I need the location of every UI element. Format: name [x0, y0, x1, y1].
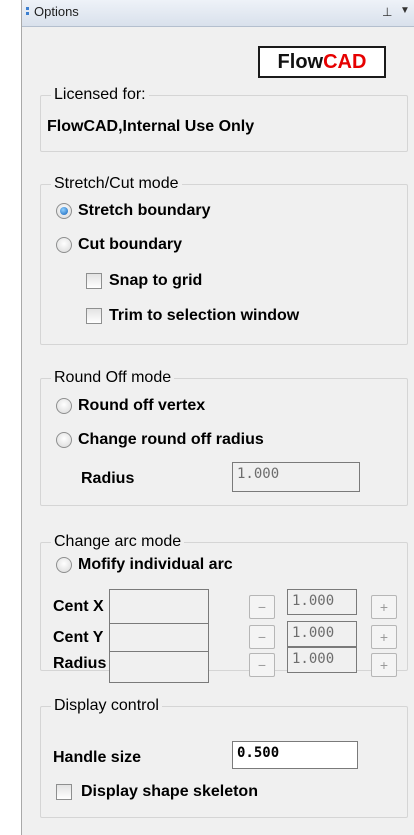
arc-legend: Change arc mode	[51, 533, 185, 551]
trim-selection-checkbox[interactable]	[86, 308, 102, 324]
panel-menu-icon[interactable]: ▼	[400, 5, 410, 16]
flowcad-logo: FlowCAD	[258, 46, 386, 78]
modify-arc-label: Mofify individual arc	[78, 556, 233, 573]
cent-y-minus-button[interactable]: −	[249, 625, 275, 649]
logo-part-flow: Flow	[277, 51, 324, 73]
stretch-boundary-radio[interactable]	[56, 203, 72, 219]
cent-x-label: Cent X	[53, 598, 104, 615]
display-skeleton-checkbox[interactable]	[56, 784, 72, 800]
modify-arc-radio[interactable]	[56, 557, 72, 573]
round-off-radius-field[interactable]: 1.000	[232, 462, 360, 492]
snap-to-grid-label: Snap to grid	[109, 272, 203, 289]
arc-radius-label: Radius	[53, 655, 107, 672]
cent-y-step-field[interactable]: 1.000	[287, 621, 357, 647]
stretch-cut-legend: Stretch/Cut mode	[51, 175, 182, 193]
display-control-group: Display control Handle size 0.500 Displa…	[40, 697, 408, 818]
handle-size-input[interactable]: 0.500	[232, 741, 358, 769]
cent-x-step-field[interactable]: 1.000	[287, 589, 357, 615]
arc-radius-minus-button[interactable]: −	[249, 653, 275, 677]
round-off-legend: Round Off mode	[51, 369, 175, 387]
change-radius-label: Change round off radius	[78, 431, 264, 448]
options-panel: Options ⊥ ▼ FlowCAD Licensed for: FlowCA…	[21, 0, 414, 835]
cut-boundary-label: Cut boundary	[78, 236, 182, 253]
cent-x-field[interactable]	[109, 589, 209, 625]
round-off-group: Round Off mode Round off vertex Change r…	[40, 369, 408, 506]
cent-y-plus-button[interactable]: +	[371, 625, 397, 649]
trim-selection-label: Trim to selection window	[109, 307, 300, 324]
panel-title: Options	[34, 4, 79, 19]
arc-radius-step-field[interactable]: 1.000	[287, 647, 357, 673]
handle-size-label: Handle size	[53, 749, 142, 766]
cent-x-minus-button[interactable]: −	[249, 595, 275, 619]
cent-y-field[interactable]	[109, 623, 209, 653]
radius-label: Radius	[81, 470, 135, 487]
round-off-vertex-radio[interactable]	[56, 398, 72, 414]
stretch-boundary-label: Stretch boundary	[78, 202, 211, 219]
arc-radius-plus-button[interactable]: +	[371, 653, 397, 677]
license-legend: Licensed for:	[51, 86, 149, 104]
grip-icon[interactable]	[26, 7, 29, 19]
arc-radius-field[interactable]	[109, 651, 209, 683]
license-value: FlowCAD,Internal Use Only	[47, 118, 255, 135]
stretch-cut-group: Stretch/Cut mode Stretch boundary Cut bo…	[40, 175, 408, 345]
license-group: Licensed for: FlowCAD,Internal Use Only	[40, 86, 408, 152]
logo-part-cad: CAD	[323, 51, 367, 73]
display-skeleton-label: Display shape skeleton	[81, 783, 258, 800]
arc-group: Change arc mode Mofify individual arc Ce…	[40, 533, 408, 683]
display-control-legend: Display control	[51, 697, 162, 715]
round-off-vertex-label: Round off vertex	[78, 397, 206, 414]
change-radius-radio[interactable]	[56, 432, 72, 448]
pin-icon[interactable]: ⊥	[382, 5, 392, 19]
cent-y-label: Cent Y	[53, 629, 104, 646]
snap-to-grid-checkbox[interactable]	[86, 273, 102, 289]
cent-x-plus-button[interactable]: +	[371, 595, 397, 619]
cut-boundary-radio[interactable]	[56, 237, 72, 253]
panel-titlebar: Options ⊥ ▼	[22, 0, 414, 27]
